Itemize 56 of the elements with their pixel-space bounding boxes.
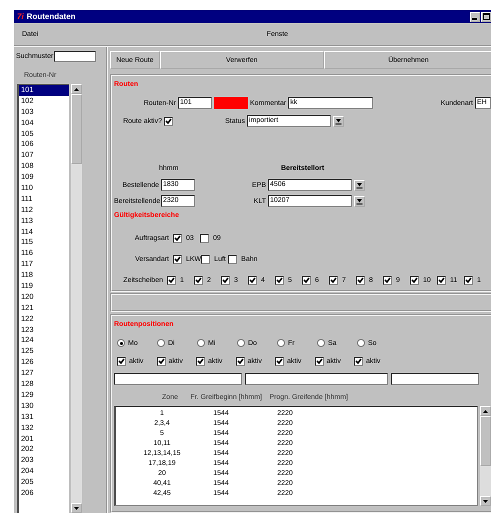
input-field[interactable] bbox=[391, 373, 479, 385]
radio-button[interactable] bbox=[157, 339, 165, 347]
radio-button[interactable] bbox=[357, 339, 365, 347]
checkbox[interactable] bbox=[356, 276, 365, 285]
checkbox[interactable] bbox=[173, 255, 182, 264]
down-arrow-icon bbox=[483, 500, 488, 502]
radio-button[interactable] bbox=[197, 339, 205, 347]
dropdown-button[interactable] bbox=[333, 116, 344, 126]
checkbox[interactable] bbox=[164, 116, 173, 126]
checkbox[interactable] bbox=[437, 276, 446, 285]
maximize-icon bbox=[482, 13, 490, 20]
checkbox[interactable] bbox=[314, 357, 324, 366]
checkbox[interactable] bbox=[156, 357, 166, 366]
window-title: Routendaten bbox=[26, 12, 76, 21]
checkbox[interactable] bbox=[248, 276, 257, 285]
up-arrow-icon bbox=[74, 88, 79, 90]
search-field[interactable] bbox=[54, 51, 96, 62]
checkbox[interactable] bbox=[354, 357, 363, 366]
scroll-thumb[interactable] bbox=[71, 94, 82, 164]
up-arrow-icon bbox=[483, 410, 488, 412]
checkbox[interactable] bbox=[329, 276, 338, 285]
app-logo: 7i bbox=[17, 12, 24, 21]
download-arrow-icon bbox=[356, 182, 363, 188]
radio-button[interactable] bbox=[317, 339, 325, 347]
checkbox[interactable] bbox=[275, 357, 284, 366]
radio-button[interactable] bbox=[277, 339, 285, 347]
minimize-button[interactable] bbox=[470, 12, 480, 22]
radio-button[interactable] bbox=[117, 339, 125, 347]
scroll-thumb[interactable] bbox=[480, 416, 491, 466]
checkbox[interactable] bbox=[464, 276, 473, 285]
down-arrow-icon bbox=[74, 506, 79, 510]
checkbox[interactable] bbox=[201, 255, 210, 264]
checkbox[interactable] bbox=[173, 234, 182, 243]
checkbox[interactable] bbox=[200, 234, 209, 243]
scrollbar[interactable] bbox=[71, 84, 82, 513]
checkbox[interactable] bbox=[117, 357, 126, 366]
checkbox[interactable] bbox=[236, 357, 244, 366]
checkbox[interactable] bbox=[302, 276, 311, 285]
download-arrow-icon bbox=[335, 118, 342, 124]
maximize-button[interactable] bbox=[481, 12, 491, 22]
checkbox[interactable] bbox=[196, 357, 205, 366]
scrollbar[interactable] bbox=[480, 406, 491, 506]
dropdown-button[interactable] bbox=[354, 196, 365, 206]
checkbox[interactable] bbox=[383, 276, 392, 285]
status-color-swatch bbox=[214, 97, 248, 109]
checkbox[interactable] bbox=[167, 276, 176, 285]
checkbox[interactable] bbox=[410, 276, 419, 285]
input-field[interactable] bbox=[114, 373, 242, 385]
checkbox[interactable] bbox=[221, 276, 230, 285]
checkbox[interactable] bbox=[194, 276, 203, 285]
checkbox[interactable] bbox=[275, 276, 284, 285]
dropdown-button[interactable] bbox=[354, 180, 365, 190]
checkbox[interactable] bbox=[228, 255, 238, 264]
input-field[interactable] bbox=[245, 373, 388, 385]
radio-button[interactable] bbox=[237, 339, 245, 347]
download-arrow-icon bbox=[356, 198, 363, 204]
